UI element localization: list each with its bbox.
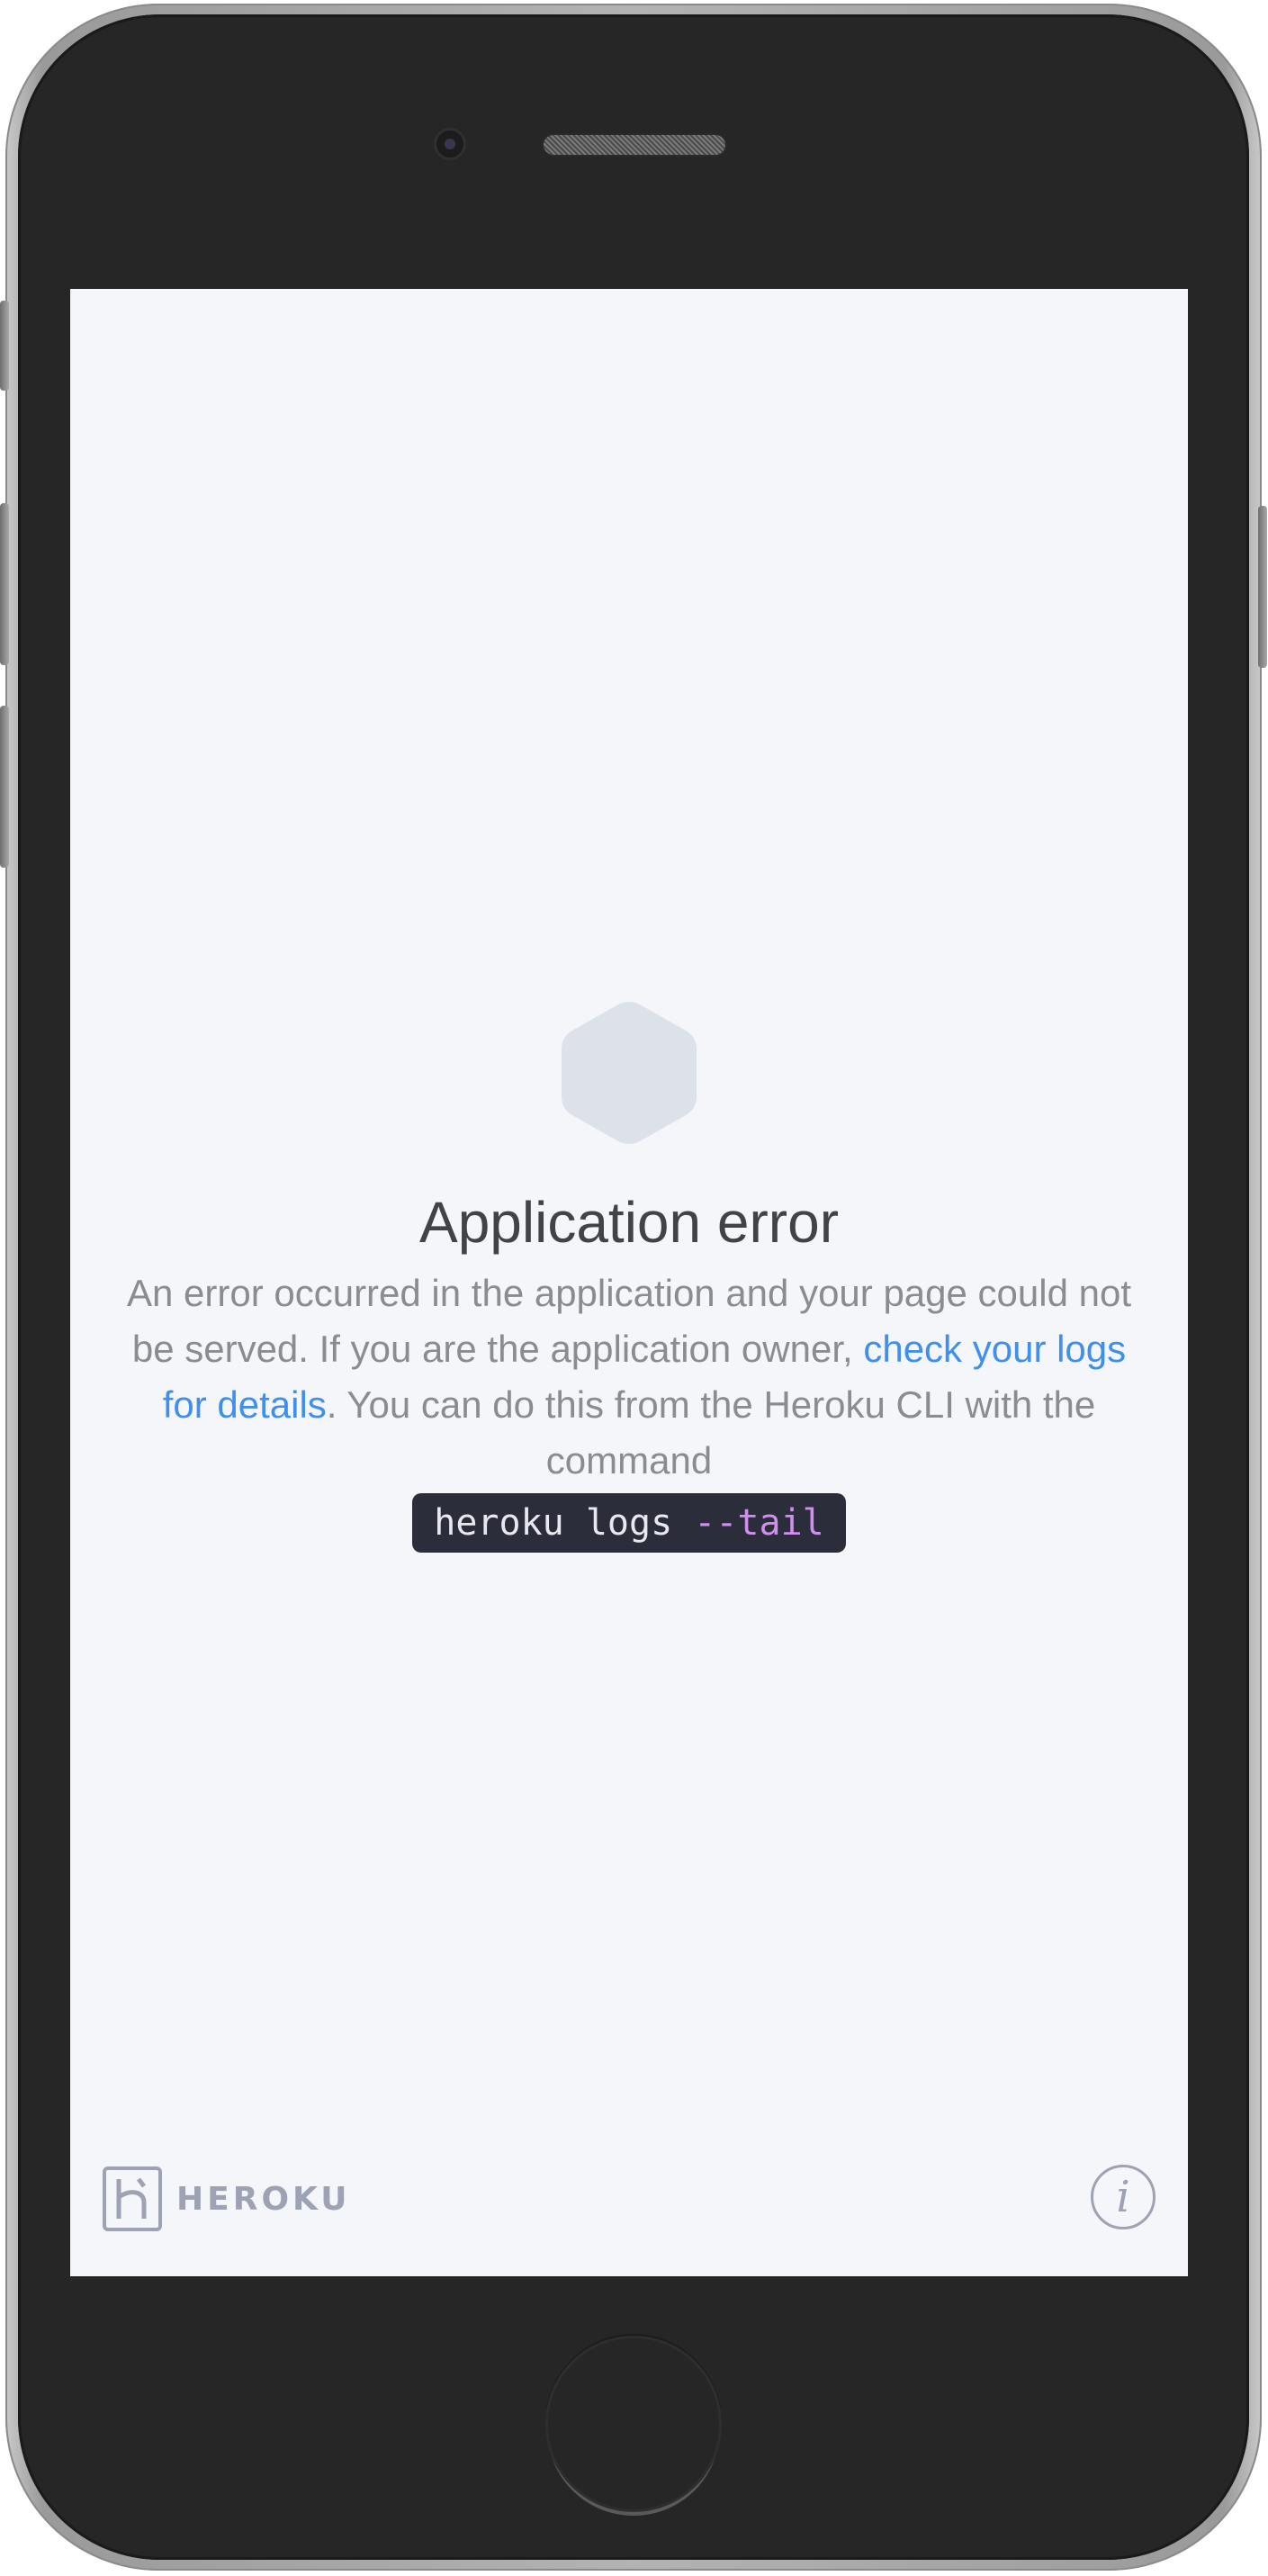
hexagon-icon <box>562 1002 697 1144</box>
power-button <box>1258 506 1267 668</box>
volume-down-button <box>0 706 9 868</box>
cli-command-flag: --tail <box>694 1502 824 1544</box>
heroku-logo-icon <box>103 2166 162 2231</box>
volume-up-button <box>0 503 9 665</box>
brand-name: HEROKU <box>176 2180 351 2218</box>
home-button[interactable] <box>545 2336 722 2512</box>
mute-switch <box>0 301 9 391</box>
screen: Application error An error occurred in t… <box>70 289 1188 2276</box>
front-camera <box>434 128 466 160</box>
cli-command-base: heroku logs <box>434 1502 695 1544</box>
info-icon[interactable]: i <box>1091 2165 1156 2229</box>
heroku-logo[interactable]: HEROKU <box>103 2166 351 2231</box>
cli-command: heroku logs --tail <box>412 1493 846 1553</box>
error-message: An error occurred in the application and… <box>106 1265 1152 1489</box>
earpiece-speaker <box>544 135 725 155</box>
error-message-text-cont: . You can do this from the Heroku CLI wi… <box>326 1383 1096 1482</box>
page-title: Application error <box>419 1190 839 1255</box>
